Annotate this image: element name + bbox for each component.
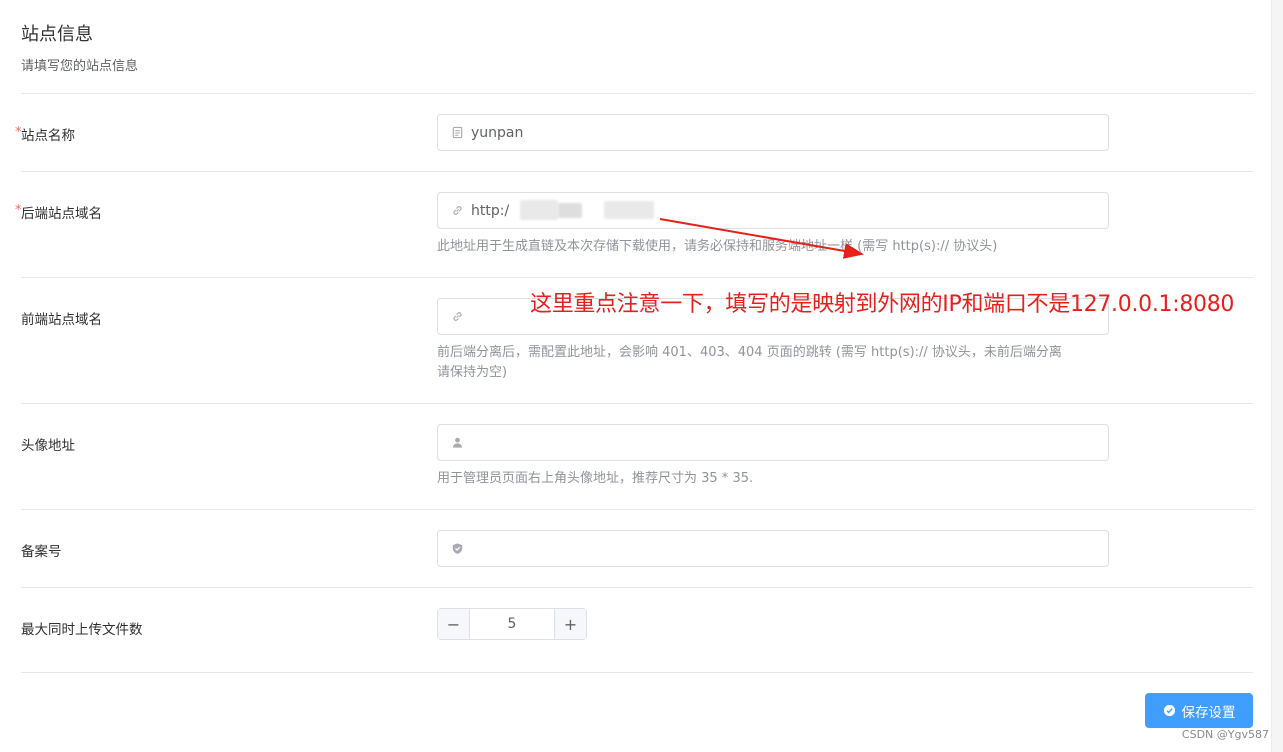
page-title: 站点信息: [21, 24, 93, 45]
redacted-area: [520, 200, 558, 220]
required-mark: *: [15, 203, 22, 218]
redacted-area: [558, 203, 582, 218]
max-uploads-stepper[interactable]: − 5 +: [437, 608, 587, 640]
max-uploads-value[interactable]: 5: [470, 609, 554, 639]
annotation-text: 这里重点注意一下，填写的是映射到外网的IP和端口不是127.0.0.1:8080: [530, 292, 1235, 317]
page-subtitle: 请填写您的站点信息: [21, 59, 139, 74]
divider: [21, 403, 1253, 404]
avatar-url-input[interactable]: [437, 424, 1109, 461]
frontend-domain-help: 前后端分离后，需配置此地址，会影响 401、403、404 页面的跳转 (需写 …: [437, 343, 1117, 383]
backend-domain-label-text: 后端站点域名: [21, 206, 102, 222]
divider: [21, 672, 1253, 673]
backend-domain-value: http:/: [471, 202, 510, 219]
divider: [21, 93, 1253, 94]
shield-icon: [450, 542, 464, 556]
link-icon: [450, 310, 464, 324]
save-button[interactable]: 保存设置: [1145, 693, 1253, 728]
backend-domain-label: * 后端站点域名: [15, 202, 102, 222]
user-icon: [450, 436, 464, 450]
icp-number-input[interactable]: [437, 530, 1109, 567]
avatar-url-label: 头像地址: [21, 438, 75, 454]
link-icon: [450, 204, 464, 218]
scrollbar-track[interactable]: [1271, 0, 1283, 752]
backend-domain-help: 此地址用于生成直链及本次存储下载使用，请务必保持和服务端地址一样 (需写 htt…: [437, 239, 998, 254]
divider: [21, 509, 1253, 510]
save-button-label: 保存设置: [1181, 704, 1236, 721]
frontend-domain-label: 前端站点域名: [21, 312, 102, 328]
divider: [21, 587, 1253, 588]
settings-page: 站点信息 请填写您的站点信息 * 站点名称 yunpan * 后端站点域名 ht…: [0, 0, 1283, 752]
site-name-input[interactable]: yunpan: [437, 114, 1109, 151]
divider: [21, 277, 1253, 278]
check-circle-icon: [1163, 704, 1176, 717]
decrement-button[interactable]: −: [438, 609, 470, 639]
frontend-domain-help-line1: 前后端分离后，需配置此地址，会影响 401、403、404 页面的跳转 (需写 …: [437, 345, 1062, 360]
divider: [21, 171, 1253, 172]
icp-number-label: 备案号: [21, 544, 62, 560]
avatar-url-help: 用于管理员页面右上角头像地址，推荐尺寸为 35 * 35.: [437, 471, 754, 486]
increment-button[interactable]: +: [554, 609, 586, 639]
site-name-label: * 站点名称: [15, 124, 75, 144]
site-name-value: yunpan: [471, 124, 524, 141]
frontend-domain-help-line2: 请保持为空): [437, 365, 508, 380]
document-icon: [450, 126, 464, 140]
watermark: CSDN @Ygv587: [1181, 728, 1269, 741]
redacted-area: [604, 201, 654, 219]
site-name-label-text: 站点名称: [21, 128, 75, 144]
required-mark: *: [15, 125, 22, 140]
max-uploads-label: 最大同时上传文件数: [21, 622, 143, 638]
